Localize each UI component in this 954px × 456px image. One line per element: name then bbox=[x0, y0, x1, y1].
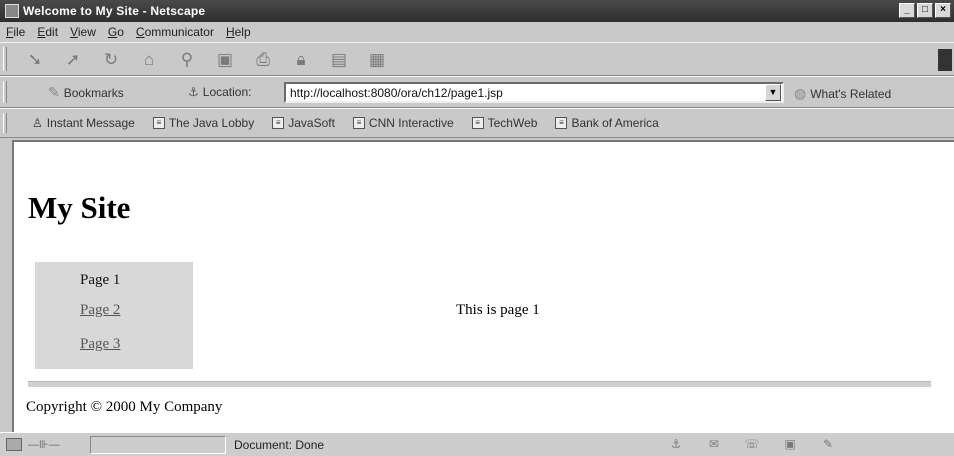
progress-panel bbox=[90, 436, 226, 454]
url-input[interactable]: http://localhost:8080/ora/ch12/page1.jsp bbox=[284, 82, 784, 103]
personal-item-cnn[interactable]: ≡ CNN Interactive bbox=[352, 116, 454, 130]
composer-icon[interactable]: ✎ bbox=[820, 437, 836, 451]
newsgroups-icon[interactable]: ☏ bbox=[744, 437, 760, 451]
personal-toolbar: ♙ Instant Message ≡ The Java Lobby ≡ Jav… bbox=[0, 108, 954, 138]
back-icon[interactable]: ➘ bbox=[22, 48, 48, 72]
page-proxy-icon[interactable]: ⚓︎ bbox=[188, 85, 199, 99]
security-icon[interactable]: 🔒︎ bbox=[288, 48, 314, 72]
main-content-text: This is page 1 bbox=[456, 302, 540, 318]
menu-communicator[interactable]: Communicator bbox=[136, 25, 214, 39]
nav-current-page: Page 1 bbox=[80, 272, 121, 288]
window-title: Welcome to My Site - Netscape bbox=[23, 4, 206, 18]
bookmark-page-icon: ≡ bbox=[352, 117, 365, 129]
search-icon[interactable]: ⚲ bbox=[174, 48, 200, 72]
component-bar: ⚓︎ ✉︎ ☏ ▣ ✎ bbox=[668, 437, 836, 451]
menu-help[interactable]: Help bbox=[226, 25, 251, 39]
maximize-button[interactable]: □ bbox=[917, 3, 933, 18]
whats-related-icon: ◍ bbox=[794, 85, 807, 101]
stop-icon[interactable]: ▦ bbox=[364, 48, 390, 72]
address-book-icon[interactable]: ▣ bbox=[782, 437, 798, 451]
title-bar[interactable]: Welcome to My Site - Netscape _ □ × bbox=[0, 0, 954, 22]
bookmark-icon: ✎ bbox=[48, 84, 60, 100]
toolbar-grip[interactable] bbox=[3, 113, 7, 133]
shop-icon[interactable]: ▤ bbox=[326, 48, 352, 72]
horizontal-rule bbox=[28, 381, 931, 387]
navigator-icon[interactable]: ⚓︎ bbox=[668, 437, 684, 451]
nav-link-page-3[interactable]: Page 3 bbox=[80, 336, 120, 353]
menu-edit[interactable]: Edit bbox=[37, 25, 58, 39]
side-navigation: Page 1 Page 2 Page 3 bbox=[35, 262, 193, 369]
nav-link-page-2[interactable]: Page 2 bbox=[80, 302, 120, 319]
toolbar-grip[interactable] bbox=[3, 81, 7, 103]
navigation-toolbar: ➘ ➚ ↻ ⌂ ⚲ ▣ ⎙ 🔒︎ ▤ ▦ bbox=[0, 42, 954, 76]
bookmark-page-icon: ≡ bbox=[555, 117, 568, 129]
close-button[interactable]: × bbox=[935, 3, 951, 18]
connection-icon: —⊪— bbox=[28, 439, 60, 451]
personal-item-instant-message[interactable]: ♙ Instant Message bbox=[32, 116, 135, 130]
status-bar: —⊪— Document: Done ⚓︎ ✉︎ ☏ ▣ ✎ bbox=[0, 432, 954, 456]
menu-view[interactable]: View bbox=[70, 25, 96, 39]
bookmarks-button[interactable]: ✎ Bookmarks bbox=[48, 84, 124, 101]
location-label: ⚓︎ Location: bbox=[188, 85, 252, 99]
mail-icon[interactable]: ✉︎ bbox=[706, 437, 722, 451]
minimize-button[interactable]: _ bbox=[899, 3, 915, 18]
home-icon[interactable]: ⌂ bbox=[136, 48, 162, 72]
bookmark-page-icon: ≡ bbox=[272, 117, 285, 129]
location-toolbar: ✎ Bookmarks ⚓︎ Location: http://localhos… bbox=[0, 76, 954, 108]
status-text: Document: Done bbox=[234, 438, 325, 452]
person-icon: ♙ bbox=[32, 116, 43, 130]
netscape-throbber[interactable] bbox=[938, 49, 952, 71]
print-icon[interactable]: ⎙ bbox=[250, 48, 276, 72]
personal-item-techweb[interactable]: ≡ TechWeb bbox=[471, 116, 537, 130]
personal-item-javasoft[interactable]: ≡ JavaSoft bbox=[272, 116, 335, 130]
security-lock-icon[interactable] bbox=[6, 438, 22, 451]
bookmarks-label: Bookmarks bbox=[63, 85, 124, 100]
menu-go[interactable]: Go bbox=[108, 25, 124, 39]
page-content: My Site Page 1 Page 2 Page 3 This is pag… bbox=[12, 140, 954, 432]
menu-bar: File Edit View Go Communicator Help bbox=[0, 22, 954, 42]
copyright-text: Copyright © 2000 My Company bbox=[26, 399, 223, 415]
reload-icon[interactable]: ↻ bbox=[98, 48, 124, 72]
url-dropdown-button[interactable]: ▼ bbox=[765, 84, 781, 101]
personal-item-java-lobby[interactable]: ≡ The Java Lobby bbox=[152, 116, 254, 130]
window-controls: _ □ × bbox=[899, 3, 951, 18]
whats-related-button[interactable]: ◍ What's Related bbox=[794, 85, 891, 102]
bookmark-page-icon: ≡ bbox=[152, 117, 165, 129]
personal-item-bank-of-america[interactable]: ≡ Bank of America bbox=[555, 116, 659, 130]
menu-file[interactable]: File bbox=[6, 25, 25, 39]
site-title: My Site bbox=[28, 190, 131, 225]
bookmark-page-icon: ≡ bbox=[471, 117, 484, 129]
toolbar-grip[interactable] bbox=[3, 47, 7, 71]
forward-icon[interactable]: ➚ bbox=[60, 48, 86, 72]
netscape-app-icon[interactable] bbox=[5, 4, 19, 18]
browser-window: Welcome to My Site - Netscape _ □ × File… bbox=[0, 0, 954, 456]
netscape-icon[interactable]: ▣ bbox=[212, 48, 238, 72]
